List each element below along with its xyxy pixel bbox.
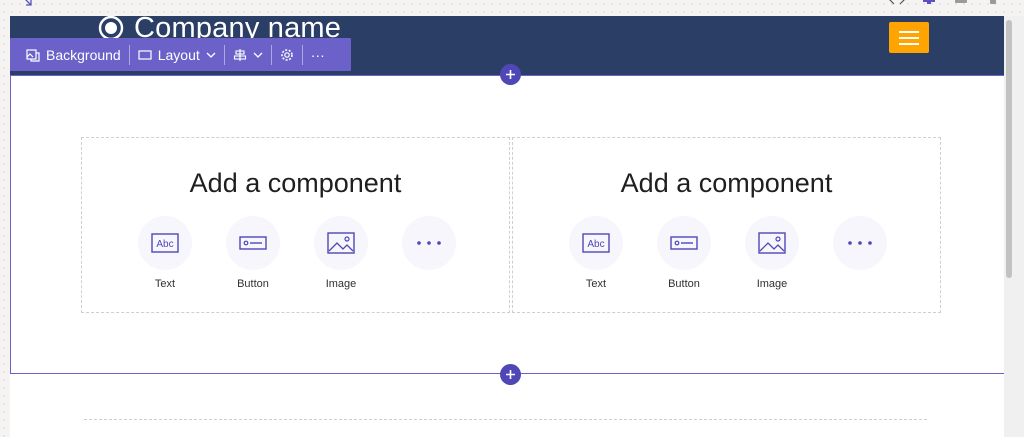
page-canvas: Company name Background Layout ··· Add a… <box>10 16 1004 437</box>
add-button-option[interactable]: Button <box>657 216 711 290</box>
add-component-title: Add a component <box>189 168 402 198</box>
option-circle <box>402 216 456 270</box>
option-circle: Abc <box>138 216 192 270</box>
code-view-icon[interactable] <box>888 0 906 6</box>
layout-button[interactable]: Layout <box>130 44 224 66</box>
add-button-option[interactable]: Button <box>226 216 280 290</box>
option-circle <box>314 216 368 270</box>
component-options: Abc Text Button Image <box>138 216 456 290</box>
option-label: Button <box>668 278 700 290</box>
hamburger-menu-button[interactable] <box>889 22 929 53</box>
plus-icon <box>506 70 515 79</box>
gear-icon <box>280 48 293 61</box>
resize-arrow-icon[interactable] <box>22 0 34 8</box>
option-label: Button <box>237 278 269 290</box>
mobile-view-icon[interactable] <box>984 0 1002 6</box>
section-toolbar: Background Layout ··· <box>10 38 351 71</box>
background-label: Background <box>46 46 121 63</box>
option-label: Image <box>756 278 788 290</box>
option-circle <box>657 216 711 270</box>
component-options: Abc Text Button Image <box>569 216 887 290</box>
button-icon <box>670 236 698 250</box>
section-border-left <box>10 75 11 373</box>
add-component-title: Add a component <box>620 168 833 198</box>
image-icon <box>758 232 786 254</box>
layout-icon <box>138 49 152 60</box>
svg-text:Abc: Abc <box>587 239 604 250</box>
more-components-option[interactable] <box>402 216 456 290</box>
image-icon <box>327 232 355 254</box>
desktop-view-icon[interactable] <box>920 0 938 6</box>
add-image-option[interactable]: Image <box>314 216 368 290</box>
button-icon <box>239 236 267 250</box>
option-circle <box>745 216 799 270</box>
tablet-view-icon[interactable] <box>952 0 970 6</box>
option-label: Text <box>585 278 607 290</box>
add-text-option[interactable]: Abc Text <box>569 216 623 290</box>
background-icon <box>26 48 40 62</box>
hamburger-line <box>899 36 919 39</box>
option-label: Text <box>154 278 176 290</box>
svg-text:Abc: Abc <box>156 239 173 250</box>
scrollbar-thumb[interactable] <box>1006 20 1012 278</box>
option-circle: Abc <box>569 216 623 270</box>
chevron-down-icon <box>206 52 216 58</box>
option-circle <box>833 216 887 270</box>
background-button[interactable]: Background <box>18 44 129 66</box>
next-section-outline <box>84 419 927 420</box>
hamburger-line <box>899 42 919 45</box>
settings-button[interactable] <box>272 44 302 66</box>
align-button[interactable] <box>225 44 271 66</box>
text-abc-icon: Abc <box>151 233 179 253</box>
column-placeholder[interactable]: Add a component Abc Text Button Image <box>81 137 510 313</box>
add-image-option[interactable]: Image <box>745 216 799 290</box>
text-abc-icon: Abc <box>582 233 610 253</box>
more-components-option[interactable] <box>833 216 887 290</box>
more-dots-icon <box>848 241 872 245</box>
add-text-option[interactable]: Abc Text <box>138 216 192 290</box>
plus-icon <box>506 370 515 379</box>
add-section-button[interactable] <box>500 64 521 85</box>
option-circle <box>226 216 280 270</box>
chevron-down-icon <box>253 52 263 58</box>
more-label: ··· <box>310 46 325 63</box>
align-icon <box>233 48 246 61</box>
hamburger-menu-icon <box>899 30 919 33</box>
layout-label: Layout <box>157 46 200 63</box>
more-dots-icon <box>417 241 441 245</box>
more-options-button[interactable]: ··· <box>303 44 333 66</box>
top-strip <box>0 0 1024 16</box>
option-label: Image <box>325 278 357 290</box>
add-section-button[interactable] <box>500 364 521 385</box>
top-right-tools <box>888 0 1002 6</box>
column-placeholder[interactable]: Add a component Abc Text Button Image <box>512 137 941 313</box>
